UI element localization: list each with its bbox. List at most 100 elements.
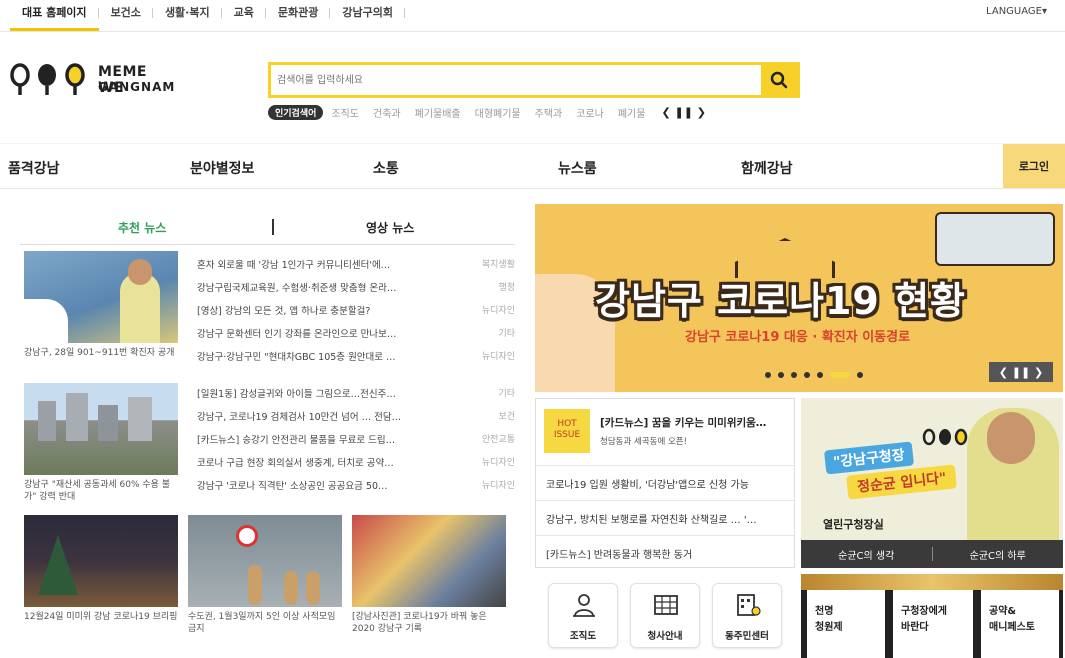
news-title: 강남구·강남구민 "현대차GBC 105층 원안대로 … [197, 352, 396, 363]
community-center-icon [737, 594, 761, 616]
keyword-link[interactable]: 대형폐기물 [475, 105, 521, 120]
logo-text-bottom: GANGNAM [98, 80, 176, 94]
tab-recommended-news[interactable]: 추천 뉴스 [118, 219, 166, 236]
news-panel: 추천 뉴스 영상 뉴스 강남구, 28일 901~911번 확진자 공개 강남구… [10, 203, 525, 658]
news-title: [카드뉴스] 승강기 안전관리 물품을 무료로 드립… [197, 435, 396, 446]
topnav-culture-tour[interactable]: 문화관광 [266, 0, 331, 31]
login-button[interactable]: 로그인 [1003, 144, 1065, 188]
banner-dot[interactable] [765, 372, 771, 378]
list-item[interactable]: [카드뉴스] 반려동물과 행복한 동거 [536, 535, 794, 568]
keyword-rolling-controls[interactable]: ❮ ❚❚ ❯ [661, 106, 706, 119]
mayor-box[interactable]: "강남구청장 정순균 입니다" 열린구청장실 순균C의 생각 순균C의 하루 [801, 398, 1063, 568]
news-category: 뉴디자인 [481, 458, 515, 468]
main-navigation: 품격강남 분야별정보 소통 뉴스룸 함께강남 로그인 [0, 143, 1065, 189]
news-row[interactable]: 강남구 '코로나 직격탄' 소상공인 공공요금 50… 뉴디자인 [197, 478, 515, 492]
search-input[interactable] [277, 71, 757, 89]
thumb-caption[interactable]: 12월24일 미미위 강남 코로나19 브리핑 [24, 611, 180, 623]
ask-mayor-card[interactable]: 구청장에게 바란다 [893, 590, 973, 658]
topnav-health-center[interactable]: 보건소 [99, 0, 154, 31]
quicklink-label: 청사안내 [647, 631, 683, 642]
covid-banner[interactable]: 강남구 코로나19 현황 강남구 코로나19 대응 · 확진자 이동경로 ❮ ❚… [535, 204, 1063, 392]
hot-issue-badge: HOT ISSUE [544, 409, 590, 453]
thumb-caption[interactable]: 수도권, 1월3일까지 5인 이상 사적모임 금지 [188, 611, 344, 635]
banner-dot-active[interactable] [830, 372, 850, 378]
news-thumbnail[interactable] [24, 251, 178, 343]
tab-divider [272, 219, 274, 235]
news-thumbnail[interactable] [188, 515, 342, 607]
manifesto-card[interactable]: 공약& 매니페스토 [981, 590, 1059, 658]
thumb-caption[interactable]: 강남구, 28일 901~911번 확진자 공개 [24, 347, 180, 359]
news-thumbnail[interactable] [24, 515, 178, 607]
keyword-link[interactable]: 폐기물 [618, 105, 646, 120]
tab-video-news[interactable]: 영상 뉴스 [366, 219, 414, 236]
quicklink-community-center[interactable]: 동주민센터 [712, 583, 782, 648]
news-category: 기타 [498, 329, 515, 339]
topnav-welfare[interactable]: 생활·복지 [153, 0, 222, 31]
news-category: 뉴디자인 [481, 352, 515, 362]
news-title: 강남구립국제교육원, 수험생·취준생 맞춤형 온라… [197, 283, 397, 294]
quicklink-org-chart[interactable]: 조직도 [548, 583, 618, 648]
thumb-caption[interactable]: [강남사진관] 코로나19가 바꿔 놓은 2020 강남구 기록 [352, 611, 512, 635]
open-mayor-office-label[interactable]: 열린구청장실 [823, 516, 884, 532]
topnav-main-homepage[interactable]: 대표 홈페이지 [10, 0, 99, 31]
news-row[interactable]: 강남구, 코로나19 검체검사 10만건 넘어 … 전담… 보건 [197, 409, 515, 423]
news-thumbnail[interactable] [352, 515, 506, 607]
keyword-link[interactable]: 폐기물배출 [415, 105, 461, 120]
news-row[interactable]: 혼자 외로울 때 '강남 1인가구 커뮤니티센터'에… 복지생활 [197, 257, 515, 271]
topnav-education[interactable]: 교육 [222, 0, 267, 31]
search-box [268, 62, 800, 98]
site-logo[interactable]: MEME WE GANGNAM [8, 62, 178, 102]
mayor-thoughts-button[interactable]: 순균C의 생각 [801, 547, 932, 562]
banner-dot[interactable] [778, 372, 784, 378]
keyword-link[interactable]: 건축과 [373, 105, 401, 120]
thumb-caption[interactable]: 강남구 "재산세 공동과세 60% 수용 불가" 강력 반대 [24, 479, 180, 503]
hot-issue-subtitle: 청담동과 세곡동에 오픈! [600, 437, 688, 447]
thumb-building [128, 397, 152, 441]
news-row[interactable]: 강남구 문화센터 인기 강좌를 온라인으로 만나보… 기타 [197, 326, 515, 340]
mainnav-item[interactable]: 분야별정보 [190, 158, 254, 178]
thumb-figure [248, 565, 262, 605]
banner-dot[interactable] [791, 372, 797, 378]
hot-label: HOT [557, 419, 577, 429]
mainnav-item[interactable]: 소통 [373, 158, 399, 178]
news-row[interactable]: 강남구·강남구민 "현대차GBC 105층 원안대로 … 뉴디자인 [197, 349, 515, 363]
banner-dot[interactable] [817, 372, 823, 378]
petition-banner: 천명 청원제 구청장에게 바란다 공약& 매니페스토 [801, 574, 1063, 658]
news-category: 기타 [498, 389, 515, 399]
quicklink-label: 조직도 [569, 631, 597, 642]
news-row[interactable]: [영상] 강남의 모든 것, 앱 하나로 충분할걸? 뉴디자인 [197, 303, 515, 317]
org-chart-icon [573, 594, 595, 617]
mainnav-item[interactable]: 함께강남 [741, 158, 793, 178]
news-category: 복지생활 [481, 260, 515, 270]
topnav-council[interactable]: 강남구의회 [330, 0, 405, 31]
language-selector[interactable]: LANGUAGE▾ [986, 6, 1047, 17]
banner-dot[interactable] [857, 372, 863, 378]
keyword-link[interactable]: 조직도 [331, 105, 359, 120]
news-row[interactable]: 코로나 구급 현장 회의실서 생중계, 터치로 공약… 뉴디자인 [197, 455, 515, 469]
keyword-link[interactable]: 주택과 [535, 105, 563, 120]
list-item[interactable]: 코로나19 입원 생활비, '더강남'앱으로 신청 가능 [536, 465, 794, 498]
banner-dot[interactable] [804, 372, 810, 378]
keyword-link[interactable]: 코로나 [576, 105, 604, 120]
mayor-day-button[interactable]: 순균C의 하루 [933, 547, 1064, 562]
mainnav-item[interactable]: 뉴스룸 [558, 158, 597, 178]
news-title: 강남구, 코로나19 검체검사 10만건 넘어 … 전담… [197, 412, 402, 423]
news-row[interactable]: [카드뉴스] 승강기 안전관리 물품을 무료로 드립… 안전교통 [197, 432, 515, 446]
news-thumbnail[interactable] [24, 383, 178, 475]
news-title: [영상] 강남의 모든 것, 앱 하나로 충분할걸? [197, 306, 371, 317]
news-row[interactable]: [일원1동] 감성글귀와 아이들 그림으로…전신주… 기타 [197, 386, 515, 400]
petition-card[interactable]: 천명 청원제 [807, 590, 885, 658]
banner-controls[interactable]: ❮ ❚❚ ❯ [989, 362, 1053, 382]
news-category: 뉴디자인 [481, 481, 515, 491]
search-button[interactable] [761, 65, 797, 95]
banner-pagination [765, 372, 870, 378]
mayor-buttons: 순균C의 생각 순균C의 하루 [801, 540, 1063, 568]
news-title: 강남구 '코로나 직격탄' 소상공인 공공요금 50… [197, 481, 388, 492]
quicklink-office-guide[interactable]: 청사안내 [630, 583, 700, 648]
banner-strip [801, 574, 1063, 590]
news-row[interactable]: 강남구립국제교육원, 수험생·취준생 맞춤형 온라… 행정 [197, 280, 515, 294]
list-item[interactable]: 강남구, 방치된 보행로를 자연친화 산책길로 … '… [536, 500, 794, 533]
mainnav-item[interactable]: 품격강남 [8, 158, 60, 178]
hot-issue-title[interactable]: [카드뉴스] 꿈을 키우는 미미위키움… [600, 415, 766, 430]
issue-label: ISSUE [553, 430, 581, 440]
